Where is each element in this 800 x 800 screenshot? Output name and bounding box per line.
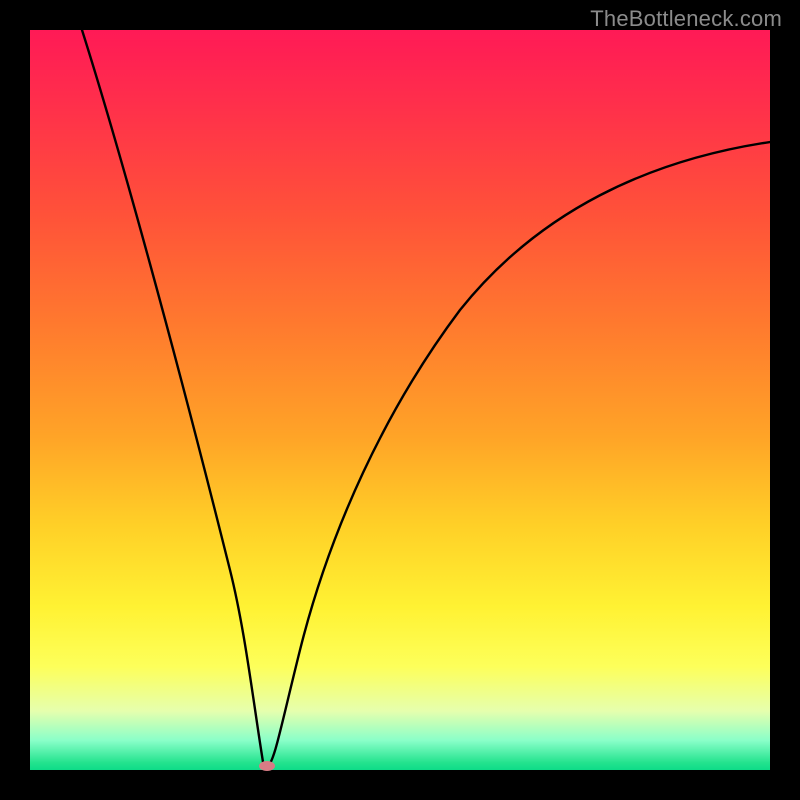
brand-watermark: TheBottleneck.com: [590, 6, 782, 32]
curve-right-path: [267, 142, 770, 768]
curve-left-path: [82, 30, 267, 768]
bottleneck-curve: [30, 30, 770, 770]
plot-area: [30, 30, 770, 770]
chart-frame: TheBottleneck.com: [0, 0, 800, 800]
min-marker: [259, 761, 275, 771]
